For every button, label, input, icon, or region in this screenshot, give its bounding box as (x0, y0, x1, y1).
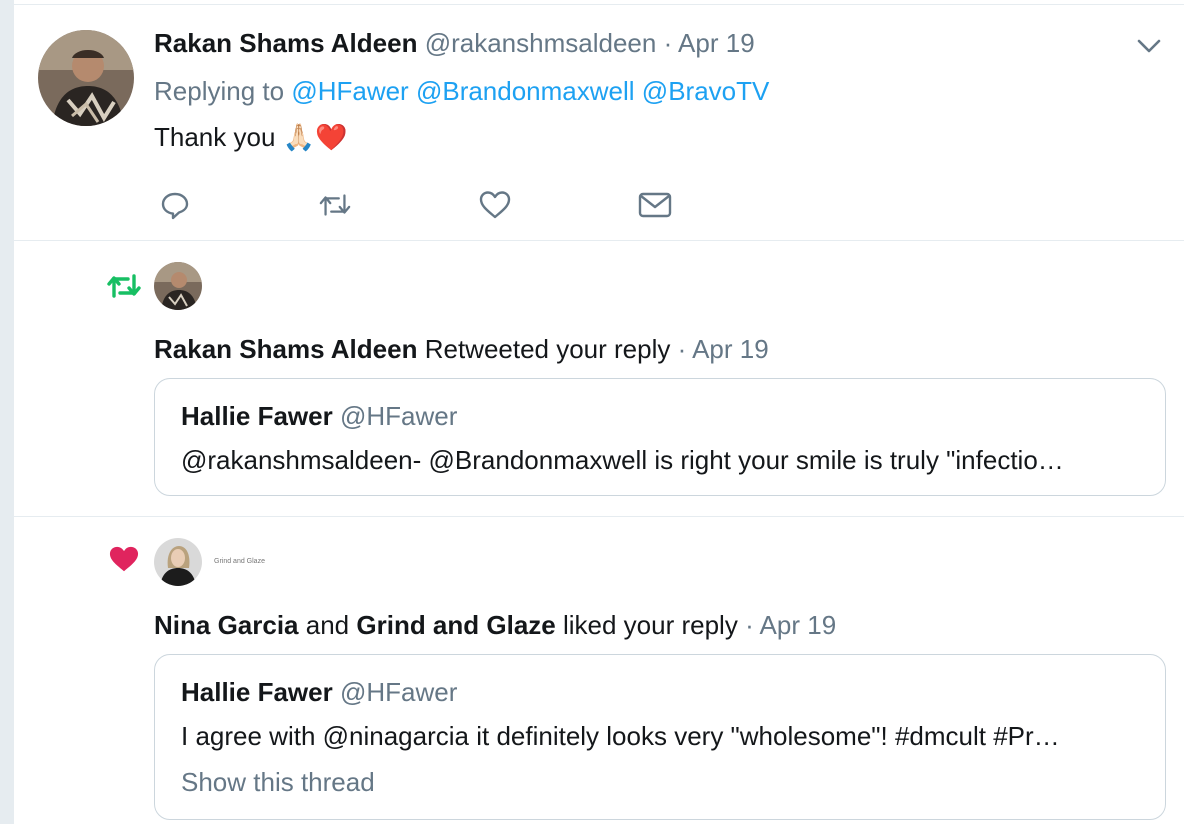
quoted-tweet[interactable]: Hallie Fawer @HFawer I agree with @ninag… (154, 654, 1166, 820)
praying-hands-emoji: 🙏🏻 (282, 122, 316, 152)
quoted-tweet[interactable]: Hallie Fawer @HFawer @rakanshmsaldeen- @… (154, 378, 1166, 496)
replying-label: Replying to (154, 76, 285, 106)
notification-text: Nina Garcia and Grind and Glaze liked yo… (154, 610, 836, 641)
avatar[interactable] (38, 30, 134, 126)
actor-name[interactable]: Grind and Glaze (356, 610, 555, 640)
mention-link[interactable]: @Brandonmaxwell (416, 76, 635, 106)
actor-name[interactable]: Nina Garcia (154, 610, 299, 640)
separator: · (663, 28, 673, 58)
actor-name[interactable]: Rakan Shams Aldeen (154, 334, 417, 364)
separator: · (677, 334, 687, 364)
quoted-author-name: Hallie Fawer (181, 677, 333, 707)
tweet-body: Thank you (154, 122, 276, 152)
quoted-author-name: Hallie Fawer (181, 401, 333, 431)
tweet-date[interactable]: Apr 19 (678, 28, 755, 58)
quoted-author-handle: @HFawer (339, 677, 458, 707)
dm-icon[interactable] (638, 188, 672, 222)
avatar[interactable] (154, 262, 202, 310)
quoted-header: Hallie Fawer @HFawer (181, 401, 457, 432)
quoted-text: @rakanshmsaldeen- @Brandonmaxwell is rig… (181, 445, 1064, 475)
replying-to: Replying to @HFawer @Brandonmaxwell @Bra… (154, 76, 769, 107)
divider (14, 240, 1184, 241)
quoted-text: I agree with @ninagarcia it definitely l… (181, 721, 1060, 751)
quoted-author-handle: @HFawer (339, 401, 458, 431)
heart-icon (108, 544, 140, 579)
like-icon[interactable] (478, 188, 512, 222)
grind-and-glaze-logo[interactable]: Grind and Glaze (214, 558, 265, 565)
red-heart-emoji: ❤️ (315, 122, 348, 152)
avatar[interactable] (154, 538, 202, 586)
separator: · (745, 610, 754, 640)
retweet-icon (106, 270, 142, 307)
tweet-header: Rakan Shams Aldeen @rakanshmsaldeen · Ap… (154, 28, 755, 59)
notification-date[interactable]: Apr 19 (760, 610, 837, 640)
author-handle[interactable]: @rakanshmsaldeen (425, 28, 657, 58)
author-name[interactable]: Rakan Shams Aldeen (154, 28, 417, 58)
retweet-icon[interactable] (318, 188, 352, 222)
tweet-text: Thank you 🙏🏻❤️ (154, 122, 347, 153)
action-text: liked your reply (562, 610, 738, 640)
quoted-header: Hallie Fawer @HFawer (181, 677, 457, 708)
chevron-down-icon[interactable] (1136, 36, 1162, 61)
divider (14, 4, 1184, 5)
notification-date[interactable]: Apr 19 (692, 334, 769, 364)
reply-icon[interactable] (158, 188, 192, 222)
mention-link[interactable]: @BravoTV (642, 76, 770, 106)
action-text: Retweeted your reply (424, 334, 671, 364)
divider (14, 516, 1184, 517)
conjunction-text: and (305, 610, 350, 640)
mention-link[interactable]: @HFawer (291, 76, 408, 106)
show-thread-link[interactable]: Show this thread (181, 767, 375, 798)
notification-text: Rakan Shams Aldeen Retweeted your reply … (154, 334, 769, 365)
notifications-panel: Rakan Shams Aldeen @rakanshmsaldeen · Ap… (14, 0, 1184, 824)
